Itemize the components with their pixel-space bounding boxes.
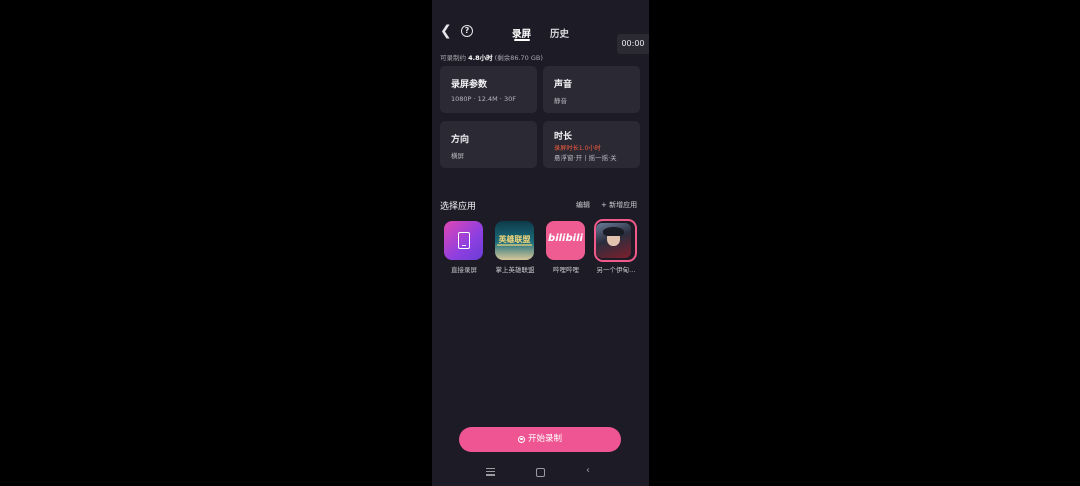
record-icon [517,435,525,443]
app-item-another-eden[interactable]: 另一个伊甸… [591,219,641,281]
duration-card[interactable]: 时长 录屏时长1.0小时 悬浮窗·开丨摇一摇·关 [543,121,640,168]
recording-timer[interactable]: 00:00 [617,34,649,54]
tab-history[interactable]: 历史 [550,26,569,40]
tab-record[interactable]: 录屏 [512,26,531,40]
tab-active-indicator [514,39,530,41]
card-title: 方向 [451,135,470,145]
bilibili-logo-text: bilibili [548,233,583,244]
card-title: 录屏参数 [451,80,488,90]
recording-params-card[interactable]: 录屏参数 1080P · 12.4M · 30F [440,66,537,113]
app-item-lol[interactable]: 英雄联盟 掌上英雄联盟 [490,221,540,281]
card-value: 悬浮窗·开丨摇一摇·关 [554,154,617,162]
add-app-button[interactable]: + 新增应用 [601,200,637,210]
start-recording-label: 开始录制 [527,434,562,444]
home-icon[interactable] [536,468,545,477]
app-label: 直接录屏 [451,266,477,274]
duration-warning: 录屏时长1.0小时 [554,145,601,152]
card-value: 静音 [554,97,567,105]
edit-button[interactable]: 编辑 [576,200,590,210]
nav-back-icon[interactable]: ‹ [586,465,590,477]
help-icon[interactable]: ? [461,25,473,37]
phone-screen: ❮ ? 录屏 历史 00:00 可录制约 4.8小时 (剩余86.70 GB) … [432,0,649,486]
another-eden-app-icon [596,223,631,258]
sound-card[interactable]: 声音 静音 [543,66,640,113]
lol-app-icon: 英雄联盟 [495,221,534,260]
back-arrow-icon[interactable]: ❮ [440,24,454,38]
card-title: 声音 [554,80,573,90]
app-label: 另一个伊甸… [596,266,636,274]
app-label: 哔哩哔哩 [553,266,579,274]
recent-apps-icon[interactable] [486,468,495,476]
app-item-bilibili[interactable]: bilibili 哔哩哔哩 [541,221,591,281]
bilibili-app-icon: bilibili [546,221,585,260]
add-app-label: 新增应用 [609,201,638,209]
select-app-title: 选择应用 [440,202,477,212]
card-value: 横屏 [451,152,464,160]
orientation-card[interactable]: 方向 横屏 [440,121,537,168]
capacity-prefix: 可录制约 [440,54,466,62]
capacity-remaining: (剩余86.70 GB) [494,54,543,62]
screen-record-icon [444,221,483,260]
system-nav-bar: ‹ [432,462,649,482]
card-value: 1080P · 12.4M · 30F [451,95,516,103]
start-recording-button[interactable]: 开始录制 [459,427,621,452]
capacity-info: 可录制约 4.8小时 (剩余86.70 GB) [440,52,543,62]
app-label: 掌上英雄联盟 [495,266,535,274]
plus-icon: + [601,201,610,209]
card-title: 时长 [554,132,573,142]
capacity-hours: 4.8小时 [468,54,493,62]
app-item-direct-record[interactable]: 直接录屏 [439,221,489,281]
